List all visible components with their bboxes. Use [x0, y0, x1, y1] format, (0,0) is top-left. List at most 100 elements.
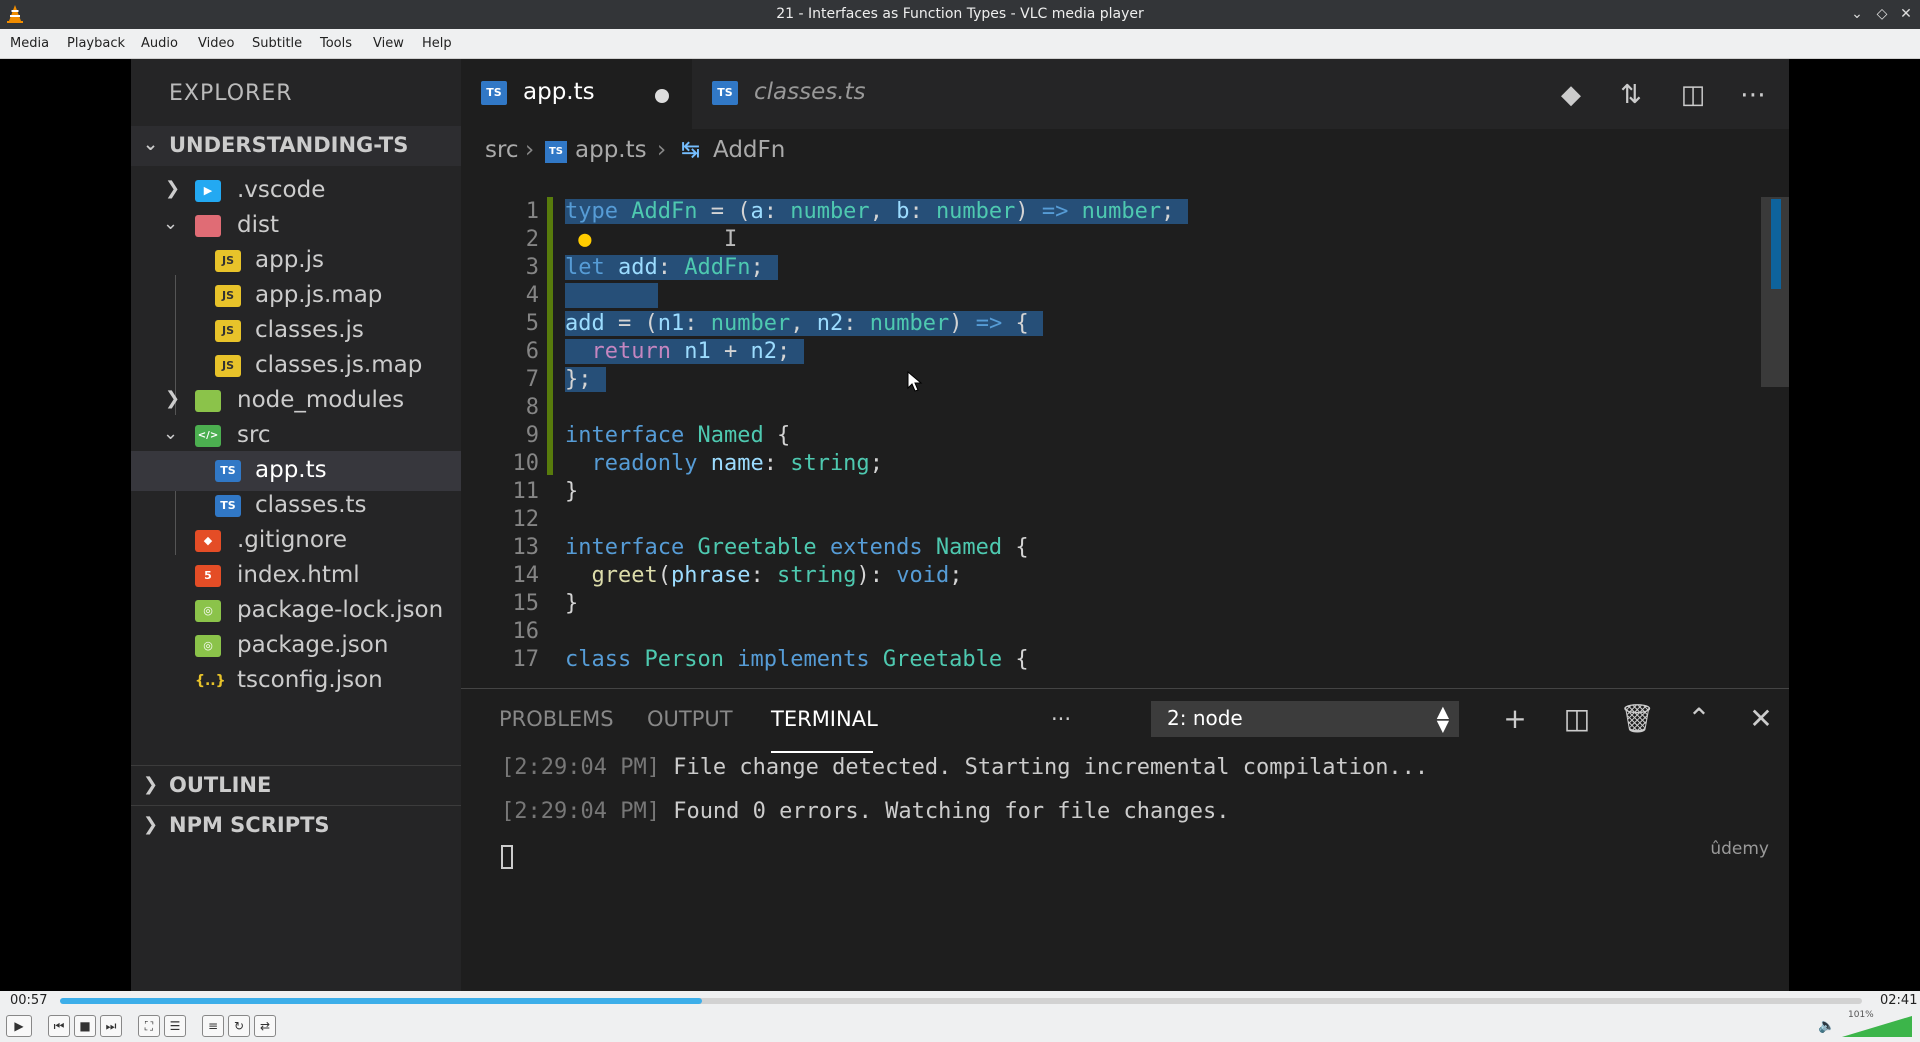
- code-line: [565, 281, 659, 311]
- git-compare-icon: ◆: [1561, 80, 1581, 110]
- tree-item-label: classes.js.map: [255, 352, 423, 378]
- node-folder-icon: [195, 390, 221, 412]
- project-name: UNDERSTANDING-TS: [169, 133, 409, 157]
- code-line: }: [565, 479, 579, 504]
- pull-request-icon: ⇅: [1620, 80, 1642, 110]
- line-number: 3: [525, 255, 539, 280]
- lightbulb-icon: ●: [578, 227, 592, 252]
- seek-progress: [60, 998, 702, 1004]
- npm-scripts-title: NPM SCRIPTS: [169, 813, 330, 837]
- video-area[interactable]: EXPLORER ⌄ UNDERSTANDING-TS ❯ ▶ .vscode …: [0, 59, 1920, 991]
- extended-settings-button[interactable]: ☰: [164, 1015, 186, 1037]
- plus-icon: +: [1503, 702, 1527, 735]
- tree-item-label: .vscode: [237, 177, 326, 203]
- line-number: 17: [512, 647, 540, 672]
- tree-item-node-modules: ❯ node_modules: [131, 381, 461, 421]
- select-arrows-icon: ▲ ▼: [1436, 702, 1449, 735]
- tab-label: app.ts: [523, 79, 595, 105]
- menu-media[interactable]: Media: [10, 36, 49, 51]
- tree-item-label: dist: [237, 212, 279, 238]
- vscode-folder-icon: ▶: [195, 180, 221, 202]
- chevron-up-icon: ⌃: [1687, 702, 1711, 735]
- terminal-line: [2:29:04 PM] File change detected. Start…: [501, 755, 1429, 780]
- tree-item-label: classes.ts: [255, 492, 367, 518]
- breadcrumb: src › TS app.ts › ↹ AddFn: [461, 129, 1789, 173]
- tree-item-label: node_modules: [237, 387, 405, 413]
- breadcrumb-file: app.ts: [575, 137, 647, 163]
- total-time: 02:41: [1880, 993, 1918, 1008]
- mouse-pointer-icon: [907, 371, 923, 392]
- tree-item-vscode: ❯ ▶ .vscode: [131, 171, 461, 211]
- tree-item-package-lock: ◎ package-lock.json: [131, 591, 461, 631]
- ts-file-icon: TS: [712, 81, 738, 105]
- seek-slider[interactable]: [60, 998, 1862, 1004]
- menu-bar: Media Playback Audio Video Subtitle Tool…: [0, 29, 1920, 59]
- type-symbol-icon: ↹: [681, 137, 701, 163]
- menu-audio[interactable]: Audio: [141, 36, 178, 51]
- shuffle-button[interactable]: ⇄: [254, 1015, 276, 1037]
- tree-item-src: ⌄ </> src: [131, 416, 461, 456]
- code-line: let add: AddFn;: [565, 253, 778, 283]
- speaker-icon[interactable]: 🔈: [1818, 1018, 1835, 1034]
- project-folder-header: ⌄ UNDERSTANDING-TS: [131, 126, 461, 166]
- chevron-right-icon: ❯: [165, 388, 181, 409]
- chevron-right-icon: ›: [657, 137, 667, 163]
- menu-subtitle[interactable]: Subtitle: [252, 36, 302, 51]
- line-number: 10: [512, 451, 540, 476]
- split-editor-icon: ◫: [1680, 80, 1706, 110]
- explorer-sidebar: EXPLORER ⌄ UNDERSTANDING-TS ❯ ▶ .vscode …: [131, 59, 461, 991]
- line-number: 16: [512, 619, 540, 644]
- tree-item-package-json: ◎ package.json: [131, 626, 461, 666]
- play-button[interactable]: ▶: [6, 1015, 32, 1037]
- tab-terminal: TERMINAL: [771, 707, 878, 731]
- code-line: interface Named {: [565, 423, 791, 448]
- ts-file-icon: TS: [215, 460, 241, 482]
- unsaved-dot-icon: [655, 89, 669, 103]
- code-line: type AddFn = (a: number, b: number) => n…: [565, 197, 1189, 227]
- active-tab-indicator: [771, 751, 873, 753]
- control-bar: ▶ ⏮ ■ ⏭ ⛶ ☰ ≡ ↻ ⇄ 🔈 101%: [0, 1010, 1920, 1042]
- code-editor[interactable]: 1 2 3 4 5 6 7 8 9 10 11 12 13 14 15 16 17 type AddFn = (…: [461, 175, 1789, 689]
- js-file-icon: JS: [215, 250, 241, 272]
- tree-item-label: .gitignore: [237, 527, 348, 553]
- close-icon[interactable]: ✕: [1896, 4, 1916, 24]
- menu-tools[interactable]: Tools: [320, 36, 352, 51]
- vscode-window: EXPLORER ⌄ UNDERSTANDING-TS ❯ ▶ .vscode …: [131, 59, 1789, 991]
- code-line: interface Greetable extends Named {: [565, 535, 1029, 560]
- menu-playback[interactable]: Playback: [67, 36, 125, 51]
- tree-item-tsconfig: {..} tsconfig.json: [131, 661, 461, 701]
- line-number: 12: [512, 507, 540, 532]
- volume-slider[interactable]: [1842, 1016, 1912, 1038]
- stop-button[interactable]: ■: [74, 1015, 96, 1037]
- next-button[interactable]: ⏭: [100, 1015, 122, 1037]
- playlist-button[interactable]: ≡: [202, 1015, 224, 1037]
- tab-output: OUTPUT: [647, 707, 733, 731]
- chevron-down-icon: ⌄: [163, 213, 179, 234]
- line-number: 13: [512, 535, 540, 560]
- menu-video[interactable]: Video: [198, 36, 234, 51]
- editor-tabs: TS app.ts TS classes.ts ◆ ⇅ ◫ ⋯: [461, 59, 1789, 129]
- menu-view[interactable]: View: [373, 36, 404, 51]
- dist-folder-icon: [195, 215, 221, 237]
- js-map-file-icon: JS: [215, 355, 241, 377]
- code-line: class Person implements Greetable {: [565, 647, 1029, 672]
- menu-help[interactable]: Help: [422, 36, 452, 51]
- line-number: 11: [512, 479, 540, 504]
- git-file-icon: ◆: [195, 530, 221, 552]
- maximize-icon[interactable]: ◇: [1872, 4, 1892, 24]
- git-change-marker: [547, 197, 553, 475]
- scrollbar-thumb[interactable]: [1771, 199, 1781, 289]
- json-file-icon: {..}: [195, 673, 226, 689]
- previous-button[interactable]: ⏮: [48, 1015, 70, 1037]
- title-bar: 21 - Interfaces as Function Types - VLC …: [0, 0, 1920, 29]
- fullscreen-button[interactable]: ⛶: [138, 1015, 160, 1037]
- line-number: 5: [525, 311, 539, 336]
- ts-file-icon: TS: [215, 495, 241, 517]
- loop-button[interactable]: ↻: [228, 1015, 250, 1037]
- more-panels-icon: ···: [1051, 707, 1072, 731]
- terminal-select-value: 2: node: [1167, 706, 1243, 730]
- ts-file-icon: TS: [545, 141, 567, 163]
- minimize-icon[interactable]: ⌄: [1847, 4, 1867, 24]
- tab-classes-ts: TS classes.ts: [691, 59, 921, 129]
- npm-file-icon: ◎: [195, 600, 221, 622]
